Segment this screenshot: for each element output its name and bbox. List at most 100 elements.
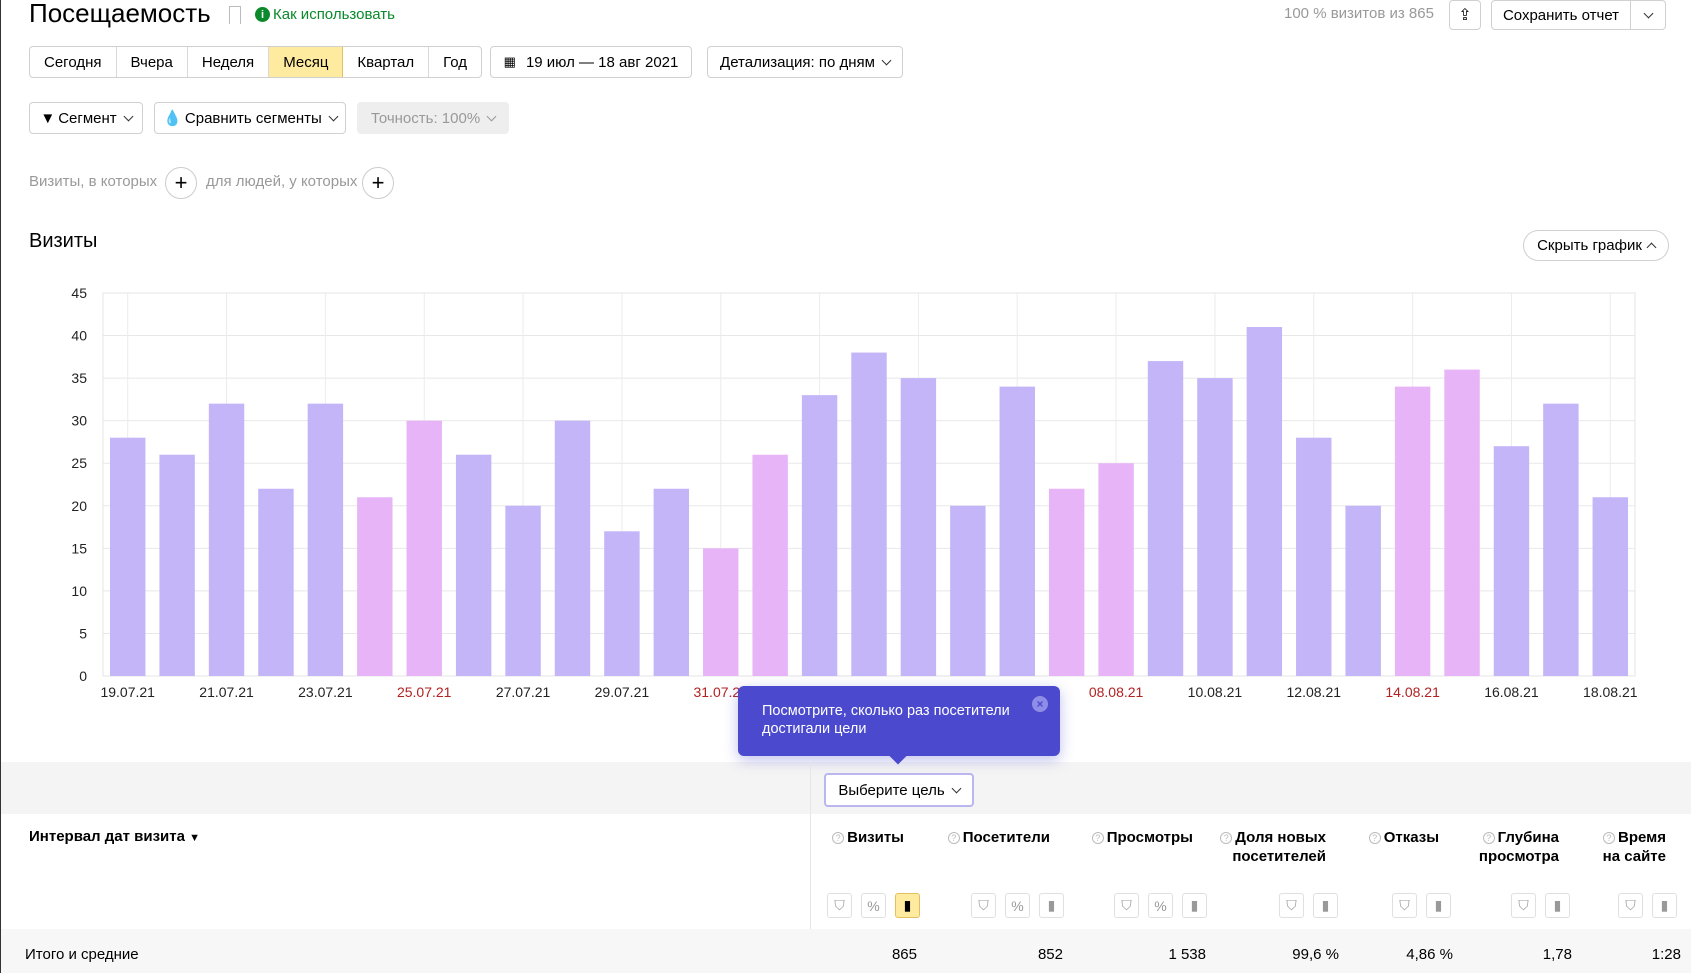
bar[interactable]	[1246, 327, 1283, 676]
bar-chart-icon[interactable]: ▮	[1039, 893, 1064, 918]
bar[interactable]	[950, 505, 986, 676]
bar[interactable]	[1296, 437, 1332, 676]
chevron-up-icon	[1646, 242, 1657, 253]
filter-icon[interactable]: ⛉	[1392, 893, 1417, 918]
y-tick-label: 20	[71, 498, 87, 514]
help-link[interactable]: i Как использовать	[255, 6, 395, 23]
column-header-pageviews[interactable]: ? Просмотры	[1091, 828, 1193, 847]
bookmark-icon[interactable]	[229, 6, 241, 24]
x-tick-label: 14.08.21	[1385, 684, 1440, 700]
bar[interactable]	[1048, 488, 1085, 676]
x-tick-label: 12.08.21	[1287, 684, 1342, 700]
help-icon: ?	[1368, 832, 1381, 844]
filter-icon[interactable]: ⛉	[1279, 893, 1304, 918]
bar[interactable]	[752, 454, 788, 676]
bar-chart-icon[interactable]: ▮	[1426, 893, 1451, 918]
filter-icon[interactable]: ⛉	[971, 893, 996, 918]
bar[interactable]	[851, 352, 887, 676]
period-week[interactable]: Неделя	[188, 47, 270, 77]
detail-dropdown[interactable]: Детализация: по дням	[707, 46, 903, 78]
bar[interactable]	[1197, 378, 1233, 676]
filter-icon[interactable]: ⛉	[827, 893, 852, 918]
bar[interactable]	[999, 386, 1035, 676]
y-tick-label: 25	[71, 455, 87, 471]
bar[interactable]	[1592, 497, 1628, 676]
bar[interactable]	[307, 403, 344, 676]
column-header-visits[interactable]: ? Визиты	[832, 828, 904, 847]
percent-icon[interactable]: %	[1005, 893, 1030, 918]
bar[interactable]	[653, 488, 690, 676]
bar[interactable]	[604, 531, 640, 676]
y-tick-label: 15	[71, 540, 87, 556]
compare-segments-button[interactable]: 💧 Сравнить сегменты	[154, 102, 346, 134]
bar[interactable]	[455, 454, 492, 676]
x-tick-label: 08.08.21	[1089, 684, 1144, 700]
tooltip-text: Посмотрите, сколько раз посетители дости…	[762, 703, 1010, 737]
bar-chart-icon[interactable]: ▮	[1313, 893, 1338, 918]
filter-icon[interactable]: ⛉	[1511, 893, 1536, 918]
bar[interactable]	[208, 403, 245, 676]
x-tick-label: 16.08.21	[1484, 684, 1539, 700]
bar[interactable]	[505, 505, 541, 676]
bar[interactable]	[900, 378, 937, 676]
bar[interactable]	[1543, 403, 1579, 676]
add-visit-filter-button[interactable]: +	[165, 167, 197, 199]
column-header-time[interactable]: ? Время на сайте	[1591, 828, 1666, 866]
date-range-button[interactable]: ▦ 19 июл — 18 авг 2021	[490, 46, 692, 78]
period-year[interactable]: Год	[429, 47, 481, 77]
segment-button[interactable]: ▼ Сегмент	[29, 102, 143, 134]
y-tick-label: 35	[71, 370, 87, 386]
hide-chart-button[interactable]: Скрыть график	[1523, 230, 1669, 261]
sort-desc-icon: ▼	[189, 832, 201, 844]
column-header-visitors[interactable]: ? Посетители	[947, 828, 1050, 847]
period-month[interactable]: Месяц	[269, 47, 344, 77]
filter-icon[interactable]: ⛉	[1114, 893, 1139, 918]
save-options-button[interactable]	[1630, 0, 1666, 30]
bar[interactable]	[1098, 463, 1134, 676]
help-icon: ?	[1220, 832, 1233, 844]
bar[interactable]	[406, 420, 442, 676]
column-label: Отказы	[1383, 829, 1439, 846]
total-visitors: 852	[1037, 946, 1063, 963]
bar[interactable]	[1394, 386, 1431, 676]
bar[interactable]	[1444, 369, 1480, 676]
bar[interactable]	[110, 437, 146, 676]
period-yesterday[interactable]: Вчера	[117, 47, 188, 77]
period-today[interactable]: Сегодня	[30, 47, 117, 77]
bar-chart-icon[interactable]: ▮	[1652, 893, 1677, 918]
percent-icon[interactable]: %	[1148, 893, 1173, 918]
bar[interactable]	[554, 420, 591, 676]
goal-select[interactable]: Выберите цель	[824, 773, 974, 807]
bar[interactable]	[801, 395, 838, 676]
close-icon[interactable]: ×	[1032, 696, 1048, 712]
bar[interactable]	[703, 548, 739, 676]
bar[interactable]	[1147, 361, 1184, 676]
total-depth: 1,78	[1542, 946, 1572, 963]
filter-icon[interactable]: ⛉	[1618, 893, 1643, 918]
percent-icon[interactable]: %	[861, 893, 886, 918]
bar[interactable]	[1345, 505, 1381, 676]
bar[interactable]	[258, 488, 294, 676]
column-header-new-visitors[interactable]: ? Доля новых посетителей	[1216, 828, 1326, 866]
bar[interactable]	[1493, 446, 1530, 676]
bar[interactable]	[357, 497, 393, 676]
column-header-bounces[interactable]: ? Отказы	[1368, 828, 1439, 847]
period-quarter[interactable]: Квартал	[343, 47, 430, 77]
bar[interactable]	[159, 454, 195, 676]
bar-chart-icon[interactable]: ▮	[1182, 893, 1207, 918]
accuracy-label: Точность: 100%	[370, 109, 481, 127]
accuracy-dropdown[interactable]: Точность: 100%	[357, 102, 509, 134]
save-report-button[interactable]: Сохранить отчет	[1491, 0, 1631, 30]
x-tick-label: 10.08.21	[1188, 684, 1243, 700]
help-icon: ?	[947, 832, 960, 844]
total-new-visitors: 99,6 %	[1292, 946, 1339, 963]
bar-chart-icon[interactable]: ▮	[1545, 893, 1570, 918]
visits-bar-chart: 0 5 10 15 20 25 30 35 40 45 19.07.21 21.07.21 23.07.…	[71, 285, 1637, 700]
x-tick-label: 23.07.21	[298, 684, 353, 700]
y-tick-label: 10	[71, 583, 87, 599]
column-header-depth[interactable]: ? Глубина просмотра	[1469, 828, 1559, 866]
bar-chart-icon[interactable]: ▮	[895, 893, 920, 918]
add-people-filter-button[interactable]: +	[362, 167, 394, 199]
dimension-header[interactable]: Интервал дат визита ▼	[29, 828, 200, 845]
export-button[interactable]: ⇪	[1449, 0, 1481, 30]
